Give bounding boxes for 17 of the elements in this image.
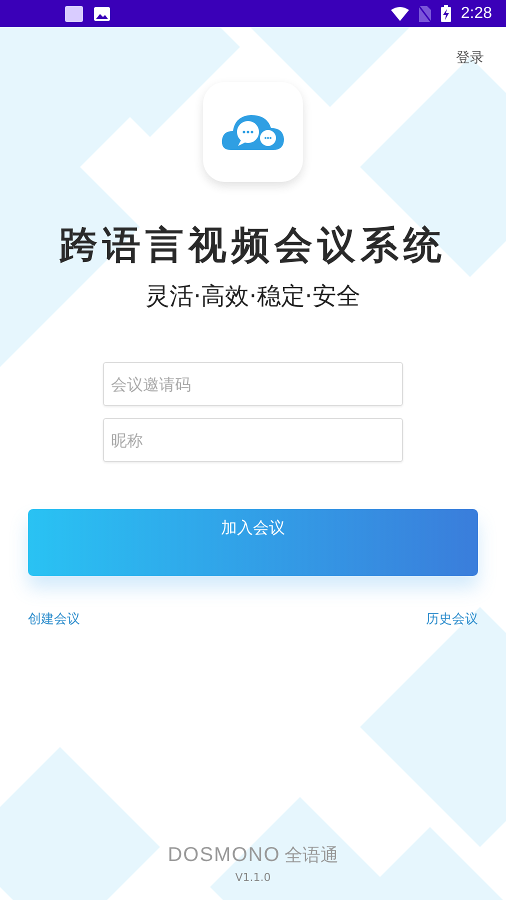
battery-icon bbox=[440, 5, 451, 22]
input-field[interactable]: 昵称 bbox=[103, 418, 403, 462]
brand-name: 全语通 bbox=[284, 844, 338, 867]
text-link[interactable]: 创建会议 bbox=[28, 610, 80, 628]
no-sim-icon bbox=[418, 6, 431, 22]
notification-icon bbox=[64, 4, 84, 22]
version-label: V1.1.0 bbox=[235, 871, 271, 884]
wifi-icon bbox=[390, 6, 409, 20]
brand-logo: DOSMONO bbox=[168, 844, 280, 866]
tagline: 灵活·高效·稳定·安全 bbox=[146, 281, 360, 312]
image-icon bbox=[94, 6, 110, 20]
input-field[interactable]: 会议邀请码 bbox=[103, 362, 403, 406]
text-link[interactable]: 历史会议 bbox=[426, 610, 478, 628]
app-title: 跨语言视频会议系统 bbox=[60, 222, 446, 268]
clock-time: 2:28 bbox=[460, 4, 492, 22]
login-link[interactable]: 登录 bbox=[456, 49, 484, 71]
join-button[interactable]: 加入会议 bbox=[28, 509, 478, 576]
